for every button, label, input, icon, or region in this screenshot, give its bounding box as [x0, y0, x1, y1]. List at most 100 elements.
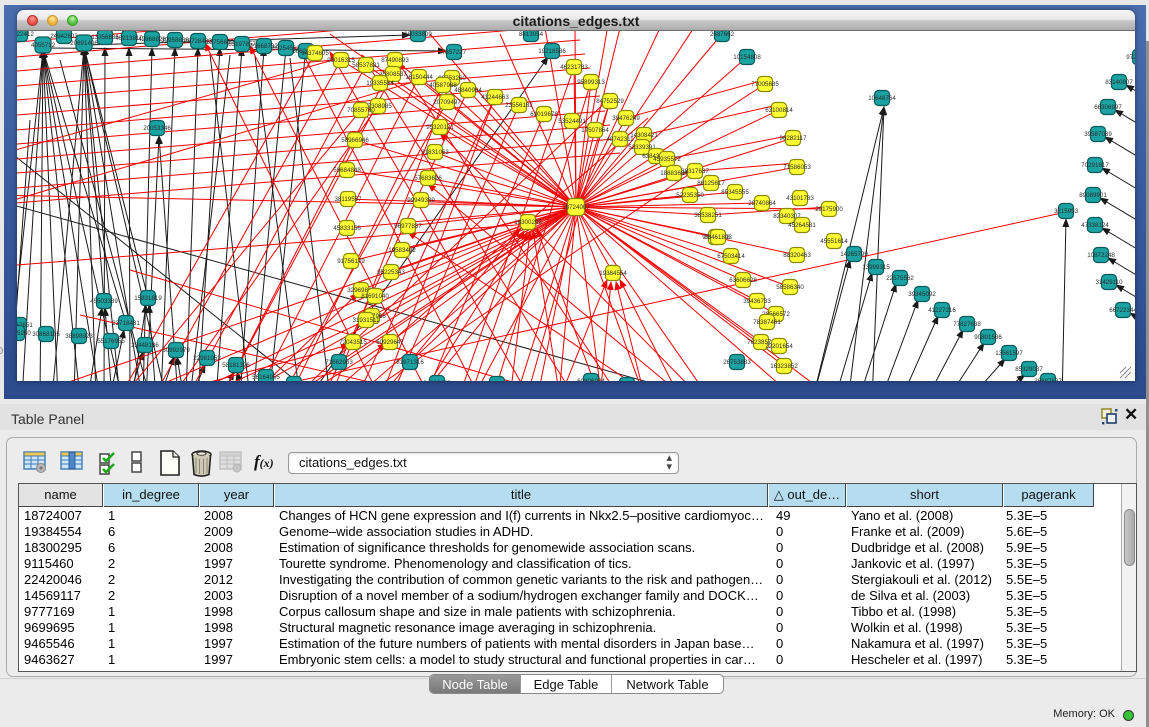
svg-text:2687662: 2687662	[710, 31, 735, 38]
svg-text:43101783: 43101783	[786, 195, 814, 202]
svg-text:19335534: 19335534	[366, 80, 394, 87]
svg-text:14265799: 14265799	[840, 251, 868, 258]
svg-text:16150444: 16150444	[405, 74, 433, 81]
svg-text:45264581: 45264581	[788, 222, 816, 229]
svg-text:78387461: 78387461	[753, 319, 781, 326]
svg-text:45551614: 45551614	[820, 238, 848, 245]
svg-text:72043515: 72043515	[339, 339, 367, 346]
svg-text:61019678: 61019678	[530, 111, 558, 118]
svg-text:56164955: 56164955	[252, 374, 280, 381]
svg-text:58966946: 58966946	[341, 137, 369, 144]
svg-text:17507864: 17507864	[581, 127, 609, 134]
svg-text:58181396: 58181396	[222, 362, 250, 369]
svg-text:41244663: 41244663	[481, 94, 509, 101]
svg-text:86125617: 86125617	[697, 180, 725, 187]
svg-text:18724007: 18724007	[562, 204, 590, 211]
svg-text:95822412: 95822412	[17, 31, 34, 38]
svg-text:96977837: 96977837	[394, 223, 422, 230]
svg-text:71662963: 71662963	[325, 359, 353, 366]
svg-text:99949389: 99949389	[407, 197, 435, 204]
svg-text:55176955: 55176955	[97, 338, 125, 345]
svg-text:85329037: 85329037	[1015, 366, 1043, 373]
svg-text:58586340: 58586340	[776, 284, 804, 291]
svg-text:3215953: 3215953	[1054, 208, 1079, 215]
svg-text:19384554: 19384554	[599, 270, 627, 277]
svg-text:67503414: 67503414	[717, 253, 745, 260]
svg-text:26753883: 26753883	[723, 359, 751, 366]
svg-text:20709497: 20709497	[433, 99, 461, 106]
svg-text:77005685: 77005685	[751, 81, 779, 88]
svg-text:10154808: 10154808	[733, 54, 761, 61]
svg-text:23718431: 23718431	[112, 320, 140, 327]
svg-text:47295260: 47295260	[17, 330, 31, 337]
svg-text:10648764: 10648764	[868, 95, 896, 102]
svg-text:8813054: 8813054	[519, 31, 544, 38]
svg-text:16323852: 16323852	[770, 363, 798, 370]
svg-text:60806024: 60806024	[577, 378, 605, 381]
svg-text:58537831: 58537831	[352, 62, 380, 69]
svg-text:88461803: 88461803	[704, 234, 732, 241]
svg-text:59684848: 59684848	[333, 167, 361, 174]
svg-text:4055712: 4055712	[31, 42, 56, 49]
svg-text:71586053: 71586053	[783, 164, 811, 171]
svg-text:22201654: 22201654	[765, 343, 793, 350]
svg-text:53524491: 53524491	[558, 118, 586, 125]
svg-text:60992979: 60992979	[162, 347, 190, 354]
svg-text:95899313: 95899313	[577, 79, 605, 86]
svg-text:95225343: 95225343	[377, 269, 405, 276]
svg-text:70855700: 70855700	[347, 107, 375, 114]
svg-text:23556182: 23556182	[505, 102, 533, 109]
svg-text:19583482: 19583482	[388, 247, 416, 254]
svg-text:38119557: 38119557	[334, 196, 362, 203]
svg-text:45935572: 45935572	[653, 156, 681, 163]
svg-text:31429110: 31429110	[1095, 279, 1123, 286]
svg-text:66306997: 66306997	[1094, 104, 1122, 111]
svg-text:31931511: 31931511	[352, 317, 380, 324]
svg-text:46231783: 46231783	[560, 64, 588, 71]
svg-text:39345092: 39345092	[908, 291, 936, 298]
svg-text:18300295: 18300295	[514, 219, 542, 226]
svg-text:96282117: 96282117	[779, 135, 807, 142]
svg-text:15831819: 15831819	[134, 295, 162, 302]
svg-text:36687537: 36687537	[1034, 378, 1062, 381]
svg-text:45833156: 45833156	[333, 225, 361, 232]
svg-text:85345555: 85345555	[721, 189, 749, 196]
svg-text:89089901: 89089901	[1079, 192, 1107, 199]
svg-text:63606628: 63606628	[729, 277, 757, 284]
svg-text:40587988: 40587988	[429, 82, 457, 89]
svg-text:81971316: 81971316	[396, 359, 424, 366]
svg-text:41227216: 41227216	[928, 307, 956, 314]
svg-text:29175900: 29175900	[815, 206, 843, 213]
svg-text:93016315: 93016315	[327, 57, 355, 64]
svg-text:14308421: 14308421	[630, 132, 658, 139]
svg-text:70291817: 70291817	[1081, 162, 1109, 169]
svg-text:77827638: 77827638	[953, 321, 981, 328]
svg-text:22575562: 22575562	[886, 275, 914, 282]
svg-text:63100814: 63100814	[765, 107, 793, 114]
svg-text:57683626: 57683626	[414, 175, 442, 182]
svg-text:39587039: 39587039	[1084, 131, 1112, 138]
svg-text:7357227: 7357227	[442, 49, 467, 56]
svg-text:94374605: 94374605	[301, 50, 329, 57]
svg-text:47338124: 47338124	[1081, 222, 1109, 229]
svg-text:45503389: 45503389	[90, 298, 118, 305]
svg-text:84093639: 84093639	[423, 380, 451, 381]
svg-text:97226012: 97226012	[1126, 54, 1135, 61]
svg-text:20053346: 20053346	[143, 125, 171, 132]
svg-text:84752529: 84752529	[596, 98, 624, 105]
svg-text:28740864: 28740864	[748, 200, 776, 207]
svg-text:18033809: 18033809	[404, 31, 432, 38]
svg-text:38538251: 38538251	[694, 212, 722, 219]
svg-text:39476249: 39476249	[612, 115, 640, 122]
svg-text:19218586: 19218586	[538, 48, 566, 55]
svg-text:66722344: 66722344	[1109, 307, 1135, 314]
svg-text:38317637: 38317637	[681, 168, 709, 175]
svg-text:22981052: 22981052	[193, 355, 221, 362]
svg-text:10872248: 10872248	[1087, 252, 1115, 259]
svg-text:90801586: 90801586	[974, 334, 1002, 341]
svg-text:88320463: 88320463	[783, 252, 811, 259]
svg-text:13999315: 13999315	[862, 264, 890, 271]
svg-text:20691406: 20691406	[70, 40, 98, 47]
svg-text:48840994: 48840994	[454, 87, 482, 94]
svg-text:13561597: 13561597	[995, 350, 1023, 357]
